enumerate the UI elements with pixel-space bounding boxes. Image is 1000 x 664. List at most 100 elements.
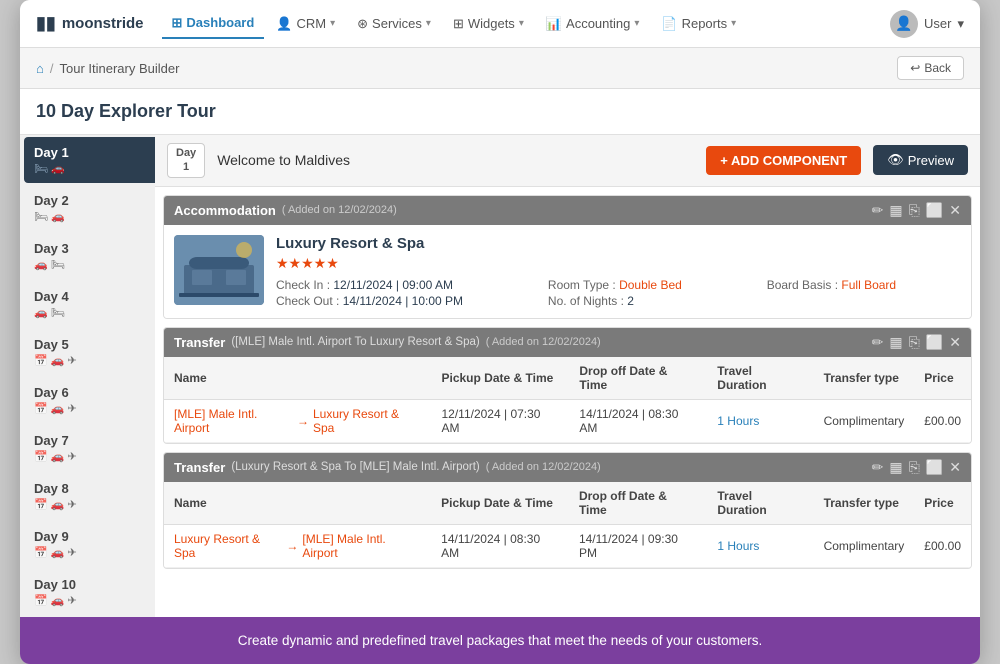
day-title: Welcome to Maldives	[217, 152, 694, 168]
home-icon[interactable]: ⌂	[36, 61, 44, 76]
transfer2-header: Transfer (Luxury Resort & Spa To [MLE] M…	[164, 453, 971, 482]
transfer2-section: Transfer (Luxury Resort & Spa To [MLE] M…	[163, 452, 972, 569]
t1-close-icon[interactable]: ✕	[949, 334, 961, 351]
sidebar-item-day5[interactable]: Day 5 📅 🚗 ✈	[24, 329, 151, 375]
nav-services[interactable]: ⊛ Services ▾	[347, 10, 441, 38]
logo: ▮▮ moonstride	[36, 13, 144, 34]
user-menu[interactable]: 👤 User ▾	[890, 10, 964, 38]
transfer2-actions: ✏ ▦ ⎘ ⬜ ✕	[872, 459, 961, 476]
checkin-label: Check In : 12/11/2024 | 09:00 AM	[276, 278, 528, 292]
widgets-icon: ⊞	[453, 16, 464, 32]
arrow-icon: →	[297, 414, 309, 428]
accommodation-section: Accommodation ( Added on 12/02/2024) ✏ ▦…	[163, 195, 972, 319]
room-type-label: Room Type : Double Bed	[548, 278, 747, 292]
back-arrow-icon: ↩	[910, 61, 920, 75]
t2-close-icon[interactable]: ✕	[949, 459, 961, 476]
page-title: 10 Day Explorer Tour	[36, 101, 964, 122]
sidebar-item-day1[interactable]: Day 1 🛏 🚗	[24, 137, 155, 183]
checkout-label: Check Out : 14/11/2024 | 10:00 PM	[276, 294, 528, 308]
hotel-details: Check In : 12/11/2024 | 09:00 AM Room Ty…	[276, 278, 961, 308]
user-label: User	[924, 16, 951, 31]
t2-edit-icon[interactable]: ✏	[872, 459, 884, 476]
nights-label: No. of Nights : 2	[548, 294, 747, 308]
breadcrumb-section: Tour Itinerary Builder	[59, 61, 179, 76]
t2-grid-icon[interactable]: ▦	[889, 459, 902, 476]
back-button[interactable]: ↩ Back	[897, 56, 964, 80]
t1-pickup: 12/11/2024 | 07:30 AM	[431, 399, 569, 442]
nav-accounting[interactable]: 📊 Accounting ▾	[536, 10, 650, 38]
t2-col-duration: Travel Duration	[707, 482, 813, 525]
t2-type: Complimentary	[814, 524, 915, 567]
add-component-button[interactable]: + ADD COMPONENT	[706, 146, 861, 175]
sidebar-item-day2[interactable]: Day 2 🛏 🚗	[24, 185, 151, 231]
sidebar-item-day3[interactable]: Day 3 🚗 🛏	[24, 233, 151, 279]
col-duration: Travel Duration	[707, 357, 813, 400]
t2-pickup: 14/11/2024 | 08:30 AM	[431, 524, 569, 567]
content-area: Day 1 Welcome to Maldives + ADD COMPONEN…	[155, 135, 980, 617]
t1-copy-icon[interactable]: ⎘	[909, 334, 920, 351]
t1-duration: 1 Hours	[707, 399, 813, 442]
footer-banner: Create dynamic and predefined travel pac…	[20, 617, 980, 664]
col-name: Name	[164, 357, 431, 400]
grid-icon[interactable]: ▦	[889, 202, 902, 219]
accounting-icon: 📊	[546, 16, 562, 32]
t2-price: £00.00	[914, 524, 971, 567]
accommodation-body: Luxury Resort & Spa ★★★★★ Check In : 12/…	[164, 225, 971, 318]
sidebar-item-day8[interactable]: Day 8 📅 🚗 ✈	[24, 473, 151, 519]
transfer2-title: Transfer	[174, 460, 225, 475]
accommodation-added: ( Added on 12/02/2024)	[282, 204, 397, 216]
t1-edit-icon[interactable]: ✏	[872, 334, 884, 351]
crm-icon: 👤	[276, 16, 292, 32]
nav-widgets[interactable]: ⊞ Widgets ▾	[443, 10, 534, 38]
t2-col-pickup: Pickup Date & Time	[431, 482, 569, 525]
transfer2-row1: Luxury Resort & Spa → [MLE] Male Intl. A…	[164, 524, 971, 567]
services-icon: ⊛	[357, 16, 368, 32]
dashboard-icon: ⊞	[172, 15, 183, 31]
t2-dropoff: 14/11/2024 | 09:30 PM	[569, 524, 707, 567]
day-sidebar: Day 1 🛏 🚗 Day 2 🛏 🚗 Day 3 🚗 🛏 Day 4 🚗 🛏 …	[20, 135, 155, 617]
hotel-image	[174, 235, 264, 305]
day-badge: Day 1	[167, 143, 205, 178]
copy-icon[interactable]: ⎘	[909, 202, 920, 219]
t1-dropoff: 14/11/2024 | 08:30 AM	[569, 399, 707, 442]
sidebar-item-day4[interactable]: Day 4 🚗 🛏	[24, 281, 151, 327]
transfer2-body: Name Pickup Date & Time Drop off Date & …	[164, 482, 971, 568]
breadcrumb-bar: ⌂ / Tour Itinerary Builder ↩ Back	[20, 48, 980, 89]
sidebar-item-day6[interactable]: Day 6 📅 🚗 ✈	[24, 377, 151, 423]
t1-expand-icon[interactable]: ⬜	[926, 334, 943, 351]
t1-grid-icon[interactable]: ▦	[889, 334, 902, 351]
nav-reports[interactable]: 📄 Reports ▾	[651, 10, 746, 38]
eye-icon: 👁	[887, 152, 904, 168]
edit-icon[interactable]: ✏	[872, 202, 884, 219]
transfer2-subtitle: (Luxury Resort & Spa To [MLE] Male Intl.…	[231, 461, 479, 473]
breadcrumb: ⌂ / Tour Itinerary Builder	[36, 61, 179, 76]
reports-caret: ▾	[731, 18, 736, 29]
services-caret: ▾	[426, 18, 431, 29]
sidebar-item-day7[interactable]: Day 7 📅 🚗 ✈	[24, 425, 151, 471]
expand-icon[interactable]: ⬜	[926, 202, 943, 219]
transfer1-table-header: Name Pickup Date & Time Drop off Date & …	[164, 357, 971, 400]
transfer1-table: Name Pickup Date & Time Drop off Date & …	[164, 357, 971, 443]
t2-col-name: Name	[164, 482, 431, 525]
accommodation-actions: ✏ ▦ ⎘ ⬜ ✕	[872, 202, 961, 219]
crm-caret: ▾	[330, 18, 335, 29]
close-icon[interactable]: ✕	[949, 202, 961, 219]
nav-dashboard[interactable]: ⊞ Dashboard	[162, 9, 265, 39]
accounting-caret: ▾	[634, 18, 639, 29]
t2-arrow-icon: →	[286, 539, 298, 553]
sidebar-item-day10[interactable]: Day 10 📅 🚗 ✈	[24, 569, 151, 615]
t2-copy-icon[interactable]: ⎘	[909, 459, 920, 476]
transfer1-title: Transfer	[174, 335, 225, 350]
sidebar-item-day9[interactable]: Day 9 📅 🚗 ✈	[24, 521, 151, 567]
col-price: Price	[914, 357, 971, 400]
board-basis-label: Board Basis : Full Board	[767, 278, 961, 292]
transfer1-actions: ✏ ▦ ⎘ ⬜ ✕	[872, 334, 961, 351]
t2-expand-icon[interactable]: ⬜	[926, 459, 943, 476]
hotel-name: Luxury Resort & Spa	[276, 235, 961, 252]
accommodation-header: Accommodation ( Added on 12/02/2024) ✏ ▦…	[164, 196, 971, 225]
t1-price: £00.00	[914, 399, 971, 442]
nav-menu: ⊞ Dashboard 👤 CRM ▾ ⊛ Services ▾ ⊞ Widge…	[162, 9, 883, 39]
preview-button[interactable]: 👁 Preview	[873, 145, 968, 175]
hotel-stars: ★★★★★	[276, 255, 961, 272]
nav-crm[interactable]: 👤 CRM ▾	[266, 10, 345, 38]
